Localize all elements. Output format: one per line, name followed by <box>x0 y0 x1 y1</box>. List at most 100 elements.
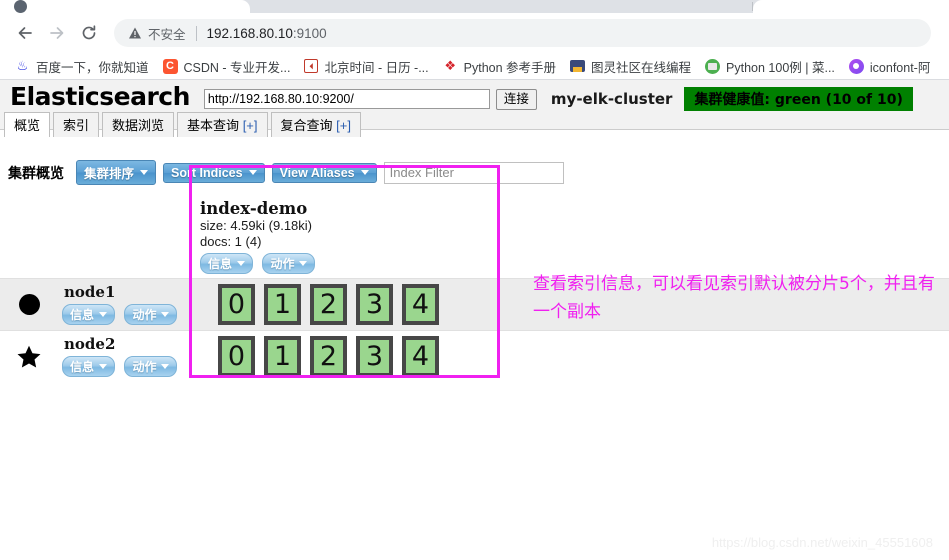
index-filter-input[interactable] <box>383 161 564 184</box>
index-column-header: index-demo size: 4.59ki (9.18ki) docs: 1… <box>0 191 949 278</box>
cluster-health-badge: 集群健康值: green (10 of 10) <box>684 87 913 111</box>
back-button[interactable] <box>10 18 40 48</box>
bookmarks-bar: ♨ 百度一下，你就知道 C CSDN - 专业开发... ⏴ 北京时间 - 日历… <box>0 53 949 79</box>
browser-tab-active[interactable] <box>0 0 250 13</box>
url-host: 192.168.80.10 <box>206 25 293 41</box>
shard-box[interactable]: 3 <box>356 336 393 377</box>
button-label: 集群排序 <box>84 167 135 181</box>
node-actions: 信息 动作 <box>60 353 200 377</box>
address-bar[interactable]: 不安全 192.168.80.10:9100 <box>114 19 931 47</box>
tab-label: 基本查询 <box>187 118 240 133</box>
bookmark-label: Python 100例 | 菜... <box>726 60 835 75</box>
index-info-button[interactable]: 信息 <box>200 253 254 274</box>
forward-button[interactable] <box>42 18 72 48</box>
page-canvas: 不安全 192.168.80.10:9100 ♨ 百度一下，你就知道 C CSD… <box>0 0 949 560</box>
tab-data-browse[interactable]: 数据浏览 <box>102 112 175 137</box>
node-info-cell: node1 信息 动作 <box>58 284 200 325</box>
reload-icon <box>79 23 99 43</box>
browser-chrome: 不安全 192.168.80.10:9100 ♨ 百度一下，你就知道 C CSD… <box>0 0 949 80</box>
node-name-label: node1 <box>64 283 116 301</box>
sort-indices-button[interactable]: Sort Indices <box>163 162 265 183</box>
chevron-down-icon <box>360 170 369 175</box>
node-info-button[interactable]: 信息 <box>62 304 116 325</box>
node-actions: 信息 动作 <box>60 301 200 325</box>
node-action-button[interactable]: 动作 <box>124 356 178 377</box>
shard-box[interactable]: 4 <box>402 284 439 325</box>
bookmark-csdn[interactable]: C CSDN - 专业开发... <box>156 55 298 78</box>
app-tabbar: 概览 索引 数据浏览 基本查询 [+] 复合查询 [+] <box>4 112 364 137</box>
chevron-down-icon <box>140 170 149 175</box>
bookmark-iconfont[interactable]: iconfont-阿 <box>842 55 937 78</box>
chevron-down-icon <box>248 170 257 175</box>
chevron-down-icon <box>299 261 308 266</box>
browser-tab-secondary[interactable] <box>753 0 949 13</box>
bookmark-python-manual[interactable]: ❖ Python 参考手册 <box>436 55 563 78</box>
tab-expand-icon[interactable]: [+] <box>243 118 258 133</box>
shard-box[interactable]: 2 <box>310 336 347 377</box>
chevron-down-icon <box>237 261 246 266</box>
cluster-toolbar: 集群概览 集群排序 Sort Indices View Aliases <box>0 154 949 191</box>
button-label: 动作 <box>132 308 157 322</box>
bookmark-label: 北京时间 - 日历 -... <box>324 60 429 75</box>
tab-expand-icon[interactable]: [+] <box>336 118 351 133</box>
node-info-cell: node2 信息 动作 <box>58 336 200 377</box>
shard-box[interactable]: 4 <box>402 336 439 377</box>
tab-composite-query[interactable]: 复合查询 [+] <box>270 112 361 137</box>
forward-arrow-icon <box>47 23 67 43</box>
shard-list: 0 1 2 3 4 <box>200 336 439 377</box>
tab-label: 复合查询 <box>280 118 333 133</box>
connect-button[interactable]: 连接 <box>495 88 537 110</box>
node-info-button[interactable]: 信息 <box>62 356 116 377</box>
node-name-label: node2 <box>64 335 116 353</box>
shard-list: 0 1 2 3 4 <box>200 284 439 325</box>
not-secure-warning-icon <box>128 26 142 40</box>
cluster-overview-title: 集群概览 <box>8 165 64 182</box>
reload-button[interactable] <box>74 18 104 48</box>
button-label: View Aliases <box>279 165 355 180</box>
bookmark-label: 图灵社区在线编程 <box>591 60 692 75</box>
index-size-label: size: 4.59ki (9.18ki) <box>200 218 312 233</box>
bookmark-beijing-time[interactable]: ⏴ 北京时间 - 日历 -... <box>297 55 435 78</box>
address-bar-url: 192.168.80.10:9100 <box>207 26 327 41</box>
index-action-button[interactable]: 动作 <box>262 253 316 274</box>
bookmark-turing[interactable]: 图灵社区在线编程 <box>563 55 698 78</box>
shard-box[interactable]: 0 <box>218 336 255 377</box>
bookmark-python100[interactable]: Python 100例 | 菜... <box>698 55 842 78</box>
node-action-button[interactable]: 动作 <box>124 304 178 325</box>
sort-cluster-button[interactable]: 集群排序 <box>76 160 157 185</box>
browser-toolbar: 不安全 192.168.80.10:9100 <box>0 13 949 53</box>
bookmark-label: iconfont-阿 <box>869 60 931 75</box>
cluster-url-input[interactable] <box>203 89 490 109</box>
url-port: :9100 <box>292 25 327 41</box>
app-header-controls: 连接 my-elk-cluster 集群健康值: green (10 of 10… <box>203 87 943 111</box>
index-name-label: index-demo <box>200 199 308 218</box>
shard-box[interactable]: 3 <box>356 284 393 325</box>
node-icon-cell <box>0 344 58 370</box>
clock-icon: ⏴ <box>304 59 319 73</box>
tab-favicon-icon <box>14 0 27 13</box>
view-aliases-button[interactable]: View Aliases <box>271 162 377 183</box>
bookmark-label: 百度一下，你就知道 <box>36 60 149 75</box>
tab-label: 索引 <box>63 118 90 133</box>
watermark: https://blog.csdn.net/weixin_45551608 <box>711 535 933 550</box>
turing-icon <box>570 60 586 72</box>
shard-box[interactable]: 2 <box>310 284 347 325</box>
shard-box[interactable]: 1 <box>264 336 301 377</box>
index-docs-label: docs: 1 (4) <box>200 234 262 249</box>
tab-basic-query[interactable]: 基本查询 [+] <box>177 112 268 137</box>
omnibox-divider <box>195 25 197 41</box>
bookmark-label: CSDN - 专业开发... <box>183 60 291 75</box>
shard-box[interactable]: 1 <box>264 284 301 325</box>
csdn-icon: C <box>162 58 178 74</box>
button-label: 动作 <box>270 257 295 271</box>
button-label: 信息 <box>208 257 233 271</box>
runoob-icon <box>705 58 721 74</box>
shard-box[interactable]: 0 <box>218 284 255 325</box>
button-label: 动作 <box>132 360 157 374</box>
python-icon: ❖ <box>444 58 456 74</box>
tab-indices[interactable]: 索引 <box>53 112 100 137</box>
not-secure-label: 不安全 <box>148 27 186 42</box>
tab-overview[interactable]: 概览 <box>4 112 51 137</box>
bookmark-baidu[interactable]: ♨ 百度一下，你就知道 <box>8 55 156 78</box>
chevron-down-icon <box>161 312 170 317</box>
